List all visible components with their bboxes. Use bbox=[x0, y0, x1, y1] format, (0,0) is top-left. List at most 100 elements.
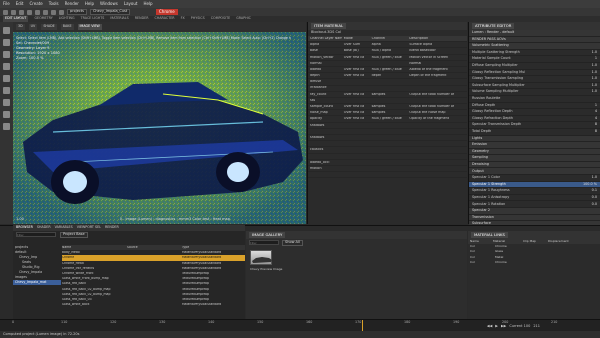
attribute-section[interactable]: Geometry bbox=[469, 148, 600, 156]
menu-file[interactable]: File bbox=[3, 2, 10, 6]
file-selector[interactable]: Chevy_Impala_Cust bbox=[89, 9, 131, 15]
attribute-section[interactable]: Specular 2 bbox=[469, 208, 600, 215]
tab-materials[interactable]: MATERIALS bbox=[110, 17, 128, 21]
attribute-section[interactable]: Output bbox=[469, 168, 600, 176]
tab-3d[interactable]: 3D bbox=[16, 24, 25, 30]
menu-windows[interactable]: Windows bbox=[100, 2, 118, 6]
transform-tool-icon[interactable] bbox=[3, 75, 10, 82]
menu-help-2[interactable]: Help bbox=[143, 2, 152, 6]
tab-browser[interactable]: BROWSER bbox=[16, 226, 33, 230]
attribute-section[interactable]: Emission bbox=[469, 142, 600, 149]
col-mat-clip[interactable]: Clip Map bbox=[523, 240, 548, 243]
col-source[interactable]: Source bbox=[127, 246, 182, 249]
tab-graphic[interactable]: GRAPHIC bbox=[236, 17, 251, 21]
save-icon[interactable] bbox=[19, 9, 24, 15]
col-mat-material[interactable]: Material bbox=[493, 240, 523, 243]
tab-bake[interactable]: BAKE bbox=[60, 24, 74, 30]
tab-viewport-sel[interactable]: VIEWPORT SEL bbox=[77, 226, 101, 230]
attribute-value[interactable]: 1.0 bbox=[592, 70, 597, 74]
menu-create[interactable]: Create bbox=[29, 2, 42, 6]
chrome-material-tab[interactable]: Chrome bbox=[156, 9, 178, 15]
gallery-search-input[interactable] bbox=[249, 240, 279, 245]
tab-image-view[interactable]: IMAGE VIEW bbox=[77, 24, 102, 30]
attribute-row[interactable]: Material Sample Count 1 bbox=[469, 56, 600, 63]
browser-search-input[interactable] bbox=[16, 232, 56, 237]
col-mat-disp[interactable]: Displacement bbox=[548, 240, 593, 243]
project-selector[interactable]: projects bbox=[67, 9, 87, 15]
attribute-row[interactable]: Multiple Scattering Strength 1.0 bbox=[469, 50, 600, 57]
attribute-row[interactable]: Subsurface Sampling Multiplier 1.0 bbox=[469, 83, 600, 90]
tab-render[interactable]: RENDER bbox=[135, 17, 149, 21]
attribute-value[interactable]: 0.0 bbox=[592, 195, 597, 199]
attribute-row[interactable]: Specular 1 Roughness 0.1 bbox=[469, 188, 600, 195]
redo-icon[interactable] bbox=[11, 9, 16, 15]
brush-tool-icon[interactable] bbox=[3, 87, 10, 94]
play-forward-icon[interactable]: ▶▶ bbox=[501, 324, 506, 329]
attribute-row[interactable]: Glossy Reflection Depth 4 bbox=[469, 109, 600, 116]
play-back-icon[interactable]: ◀◀ bbox=[487, 324, 492, 329]
attribute-row[interactable]: Specular 1 Strength 100.0 % bbox=[469, 181, 600, 189]
attribute-value[interactable]: 1 bbox=[595, 103, 597, 107]
camera-tool-icon[interactable] bbox=[3, 99, 10, 106]
new-icon[interactable] bbox=[27, 9, 32, 15]
tree-item[interactable]: Chevy_Impala_mat bbox=[13, 280, 61, 285]
attribute-value[interactable]: 0.1 bbox=[592, 188, 597, 192]
attribute-value[interactable]: 0.0 bbox=[592, 202, 597, 206]
attribute-row[interactable]: Volume Sampling Multiplier 1.0 bbox=[469, 89, 600, 96]
file-row[interactable]: Glass_white_Back MaterialPhysicalStandard bbox=[62, 302, 245, 307]
tab-geometry[interactable]: GEOMETRY bbox=[34, 17, 52, 21]
attribute-section[interactable]: Transmission bbox=[469, 214, 600, 222]
end-frame[interactable]: 211 bbox=[533, 324, 540, 329]
gallery-filter-select[interactable]: Show All bbox=[282, 240, 303, 246]
menu-help[interactable]: Help bbox=[85, 2, 94, 6]
attribute-section[interactable]: Denoising bbox=[469, 161, 600, 169]
col-type[interactable]: Type bbox=[182, 246, 242, 249]
attribute-value[interactable]: 4 bbox=[595, 109, 597, 113]
move-tool-icon[interactable] bbox=[3, 39, 10, 46]
attribute-row[interactable]: Specular 1 Rotation 0.0 bbox=[469, 201, 600, 209]
gear-icon[interactable] bbox=[59, 9, 64, 15]
tab-image-gallery[interactable]: IMAGE GALLERY bbox=[249, 232, 286, 238]
tab-character[interactable]: CHARACTER bbox=[155, 17, 175, 21]
col-name[interactable]: Name bbox=[62, 246, 127, 249]
tab-lighting[interactable]: LIGHTING bbox=[59, 17, 75, 21]
attribute-row[interactable]: Specular Transmission Depth 8 bbox=[469, 122, 600, 129]
rotate-tool-icon[interactable] bbox=[3, 51, 10, 58]
tab-variables[interactable]: VARIABLES bbox=[55, 226, 73, 230]
menu-tools[interactable]: Tools bbox=[49, 2, 59, 6]
attribute-row[interactable]: Specular 1 Anisotropy 0.0 bbox=[469, 195, 600, 202]
attribute-value[interactable]: 1.0 bbox=[592, 175, 597, 179]
attribute-value[interactable]: 1.0 bbox=[592, 76, 597, 80]
tab-attribute-editor[interactable]: ATTRIBUTE EDITOR bbox=[472, 23, 515, 29]
tab-trace-lights[interactable]: TRACE LIGHTS bbox=[81, 17, 105, 21]
attribute-row[interactable]: Diffuse Sampling Multiplier 1.0 bbox=[469, 63, 600, 70]
timeline[interactable]: 0 110 120 130 140 150 160 170 180 190 200 210 ◀◀ ▶ … bbox=[0, 319, 600, 332]
select-tool-icon[interactable] bbox=[3, 27, 10, 34]
folder-icon[interactable] bbox=[43, 9, 48, 15]
render-icon[interactable] bbox=[51, 9, 56, 15]
tab-uv[interactable]: UV bbox=[28, 24, 38, 30]
tab-physics[interactable]: PHYSICS bbox=[191, 17, 205, 21]
attribute-value[interactable]: 1.0 bbox=[592, 63, 597, 67]
measure-tool-icon[interactable] bbox=[3, 123, 10, 130]
attribute-section[interactable]: Volumetric Scattering bbox=[469, 43, 600, 50]
material-row[interactable]: Col Chrome bbox=[468, 260, 600, 265]
attribute-row[interactable]: Glossy Transmission Sampling 1.0 bbox=[469, 76, 600, 83]
undo-icon[interactable] bbox=[3, 9, 8, 15]
attribute-value[interactable]: 1.0 bbox=[592, 90, 597, 94]
tab-shade[interactable]: SHADE bbox=[41, 24, 57, 30]
attribute-section[interactable]: Lumen : Render - default bbox=[469, 30, 600, 37]
attribute-value[interactable]: 1.0 bbox=[592, 50, 597, 54]
props-row[interactable] bbox=[308, 172, 467, 179]
tab-edit-layout[interactable]: EDIT LAYOUT bbox=[3, 16, 29, 22]
attribute-section[interactable]: Sampling bbox=[469, 155, 600, 162]
col-mat-name[interactable]: Name bbox=[468, 240, 493, 243]
attribute-row[interactable]: Total Depth 8 bbox=[469, 129, 600, 136]
browser-filter-select[interactable]: Project Base bbox=[60, 231, 88, 238]
attribute-section[interactable]: RENDER PASS AOVs bbox=[469, 36, 600, 44]
scale-tool-icon[interactable] bbox=[3, 63, 10, 70]
play-icon[interactable]: ▶ bbox=[495, 324, 498, 329]
current-frame[interactable]: Current 100 bbox=[509, 324, 530, 329]
gallery-thumbnail[interactable] bbox=[250, 250, 272, 265]
attribute-row[interactable]: Specular 1 Color 1.0 bbox=[469, 175, 600, 182]
